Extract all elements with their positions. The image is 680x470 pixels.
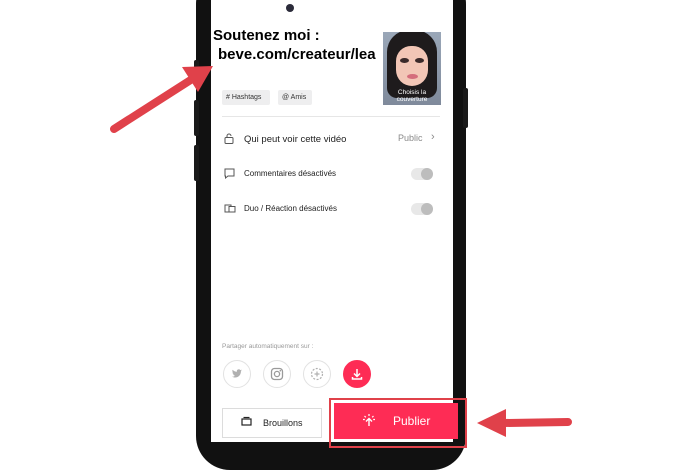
arrow-to-caption [110,66,213,133]
arrow-to-publish [477,409,572,437]
annotation-arrows [110,66,572,437]
